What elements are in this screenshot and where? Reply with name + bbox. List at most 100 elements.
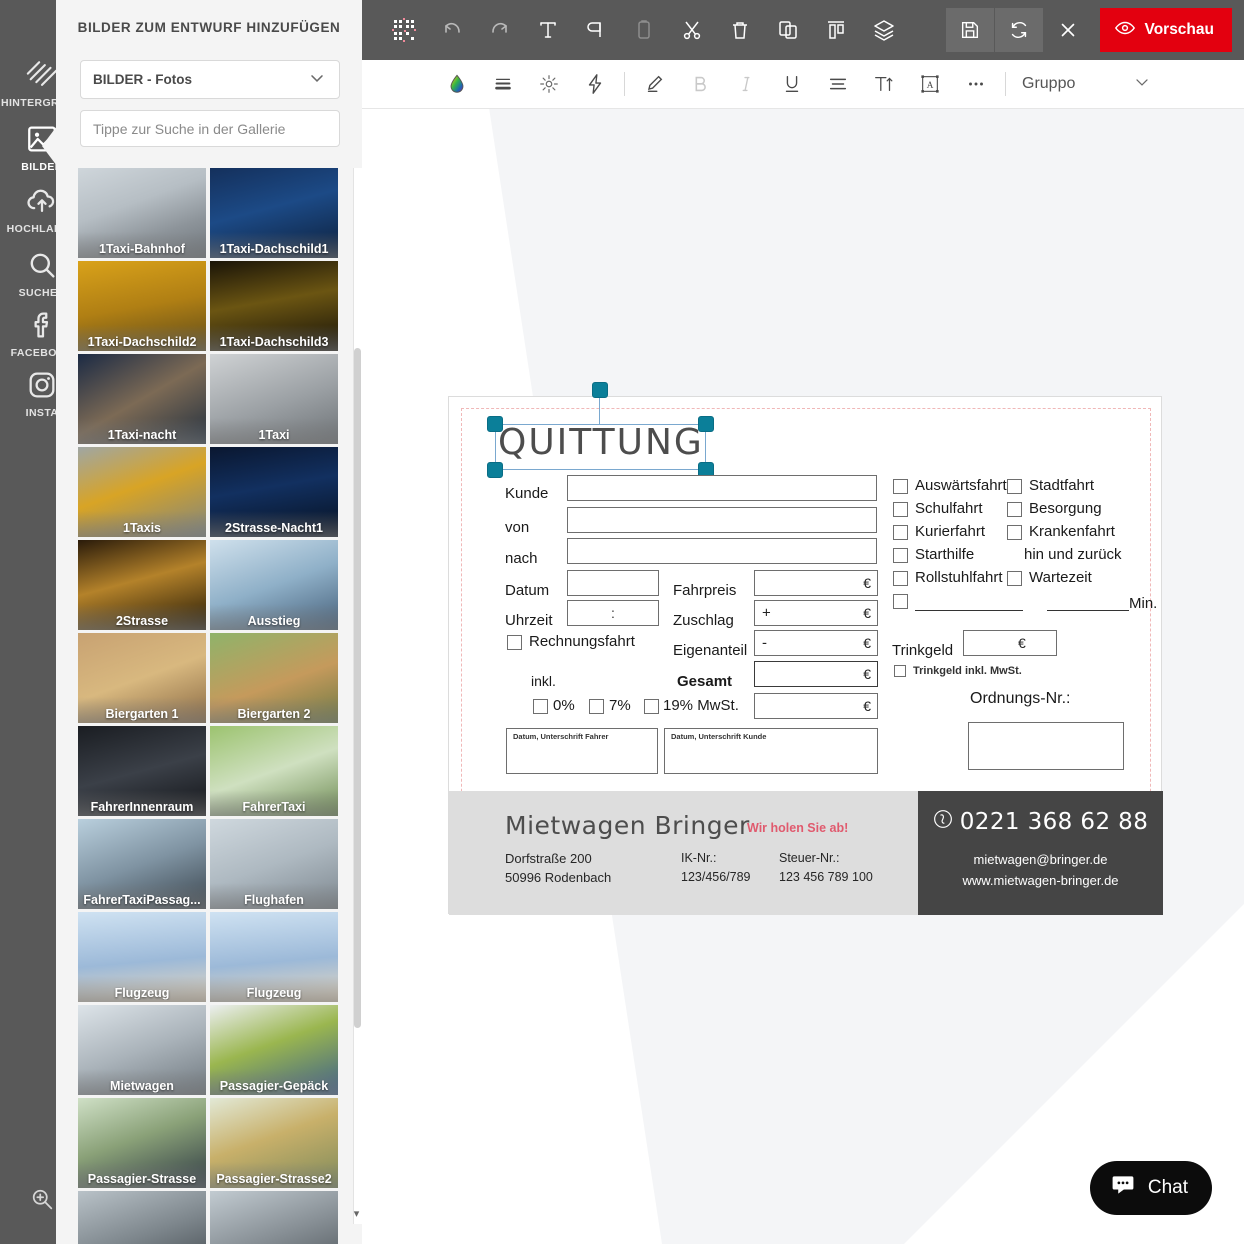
design-canvas[interactable]: QUITTUNG Kunde von nach Datum Uhrzeit : … bbox=[362, 109, 1244, 1244]
align-top-icon[interactable] bbox=[812, 8, 860, 52]
duplicate-icon[interactable] bbox=[764, 8, 812, 52]
gallery-thumbnail[interactable]: 2Strasse-Nacht1 bbox=[210, 447, 338, 537]
checkbox-besorgung[interactable] bbox=[1007, 502, 1022, 517]
field-label-kunde: Kunde bbox=[505, 485, 549, 502]
field-input-von[interactable] bbox=[567, 507, 877, 533]
checkbox-trinkgeld-mwst[interactable] bbox=[894, 665, 906, 677]
label-trinkgeld: Trinkgeld bbox=[892, 642, 954, 659]
gallery-thumbnail[interactable]: FahrerInnenraum bbox=[78, 726, 206, 816]
field-input-nach[interactable] bbox=[567, 538, 877, 564]
gallery-thumbnail[interactable]: Passagier-Strasse2 bbox=[210, 1098, 338, 1188]
redo-icon[interactable] bbox=[476, 8, 524, 52]
time-separator: : bbox=[611, 605, 615, 621]
paste-icon[interactable] bbox=[620, 8, 668, 52]
checkbox-custom[interactable] bbox=[893, 594, 908, 609]
amount-input-fahrpreis[interactable]: € bbox=[754, 570, 878, 596]
minutes-blank-line[interactable] bbox=[1047, 610, 1129, 611]
checkbox-krankenfahrt[interactable] bbox=[1007, 525, 1022, 540]
preview-button[interactable]: Vorschau bbox=[1099, 8, 1232, 52]
gallery-thumbnail[interactable]: Flughafen bbox=[210, 819, 338, 909]
checkbox-vat-19[interactable] bbox=[644, 699, 659, 714]
sidebar-label-insta: INSTA bbox=[25, 407, 59, 419]
amount-input-gesamt[interactable]: € bbox=[754, 661, 878, 687]
gallery-thumbnail[interactable]: 1Taxi-Dachschild3 bbox=[210, 261, 338, 351]
prefix-eigenanteil: - bbox=[762, 634, 767, 652]
gallery-thumbnail[interactable]: Biergarten 2 bbox=[210, 633, 338, 723]
undo-icon[interactable] bbox=[428, 8, 476, 52]
trash-icon[interactable] bbox=[716, 8, 764, 52]
checkbox-kurierfahrt[interactable] bbox=[893, 525, 908, 540]
signature-box-customer[interactable]: Datum, Unterschrift Kunde bbox=[664, 728, 878, 774]
chevron-down-icon[interactable]: ▾ bbox=[351, 1207, 362, 1220]
field-input-kunde[interactable] bbox=[567, 475, 877, 501]
search-input[interactable] bbox=[80, 110, 340, 147]
gallery-scroll-area[interactable]: 1Taxi-Bahnhof 1Taxi-Dachschild1 1Taxi-Dach… bbox=[78, 168, 346, 1244]
gallery-thumbnail[interactable]: FahrerTaxiPassag... bbox=[78, 819, 206, 909]
gallery-thumbnail[interactable]: 1Taxi-Dachschild2 bbox=[78, 261, 206, 351]
field-input-datum[interactable] bbox=[567, 570, 659, 596]
input-trinkgeld[interactable]: € bbox=[963, 630, 1057, 656]
italic-icon[interactable] bbox=[723, 64, 769, 104]
checkbox-wartezeit[interactable] bbox=[1007, 571, 1022, 586]
gallery-thumbnail[interactable] bbox=[78, 1191, 206, 1244]
amount-input-eigenanteil[interactable]: - € bbox=[754, 630, 878, 656]
shape-icon[interactable] bbox=[572, 8, 620, 52]
signature-box-driver[interactable]: Datum, Unterschrift Fahrer bbox=[506, 728, 658, 774]
checkbox-schulfahrt[interactable] bbox=[893, 502, 908, 517]
gallery-thumbnail[interactable]: 1Taxi-nacht bbox=[78, 354, 206, 444]
field-input-uhrzeit[interactable]: : bbox=[567, 600, 659, 626]
gallery-thumbnail[interactable]: 2Strasse bbox=[78, 540, 206, 630]
scissors-icon[interactable] bbox=[668, 8, 716, 52]
font-size-icon[interactable] bbox=[861, 64, 907, 104]
close-icon[interactable] bbox=[1044, 8, 1092, 52]
title-selection[interactable]: QUITTUNG bbox=[487, 382, 714, 478]
text-frame-icon[interactable]: A bbox=[907, 64, 953, 104]
gallery-scrollbar-thumb[interactable] bbox=[354, 348, 361, 1028]
gallery-thumbnail[interactable]: 1Taxis bbox=[78, 447, 206, 537]
save-icon[interactable] bbox=[945, 8, 994, 52]
gallery-thumbnail[interactable]: Passagier-Strasse bbox=[78, 1098, 206, 1188]
gallery-thumbnail[interactable] bbox=[210, 1191, 338, 1244]
category-select[interactable]: BILDER - Fotos bbox=[80, 60, 340, 99]
layers-icon[interactable] bbox=[860, 8, 908, 52]
checkbox-stadtfahrt[interactable] bbox=[1007, 479, 1022, 494]
checkbox-vat-0[interactable] bbox=[533, 699, 548, 714]
receipt-document[interactable]: QUITTUNG Kunde von nach Datum Uhrzeit : … bbox=[448, 382, 1163, 915]
custom-blank-line[interactable] bbox=[915, 610, 1023, 611]
amount-input-vat[interactable]: € bbox=[754, 693, 878, 719]
checkbox-rollstuhlfahrt[interactable] bbox=[893, 571, 908, 586]
align-text-icon[interactable] bbox=[815, 64, 861, 104]
resize-handle-bottom-left[interactable] bbox=[487, 462, 503, 478]
gallery-thumbnail[interactable]: 1Taxi bbox=[210, 354, 338, 444]
gallery-thumbnail[interactable]: 1Taxi-Dachschild1 bbox=[210, 168, 338, 258]
reload-icon[interactable] bbox=[994, 8, 1043, 52]
pen-icon[interactable] bbox=[631, 64, 677, 104]
text-icon[interactable] bbox=[524, 8, 572, 52]
color-drop-icon[interactable] bbox=[434, 64, 480, 104]
lightning-icon[interactable] bbox=[572, 64, 618, 104]
lines-icon[interactable] bbox=[480, 64, 526, 104]
checkbox-rechnungsfahrt[interactable] bbox=[507, 635, 522, 650]
gallery-thumbnail[interactable]: Ausstieg bbox=[210, 540, 338, 630]
group-select[interactable]: Gruppo bbox=[1022, 72, 1152, 97]
checkbox-vat-7[interactable] bbox=[589, 699, 604, 714]
gallery-thumbnail[interactable]: Biergarten 1 bbox=[78, 633, 206, 723]
qr-code-icon[interactable] bbox=[380, 8, 428, 52]
chat-widget-button[interactable]: Chat bbox=[1089, 1161, 1212, 1215]
effects-icon[interactable] bbox=[526, 64, 572, 104]
amount-input-zuschlag[interactable]: + € bbox=[754, 600, 878, 626]
underline-icon[interactable] bbox=[769, 64, 815, 104]
gallery-thumbnail[interactable]: FahrerTaxi bbox=[210, 726, 338, 816]
input-ordnungs-nr[interactable] bbox=[968, 722, 1124, 770]
bold-icon[interactable] bbox=[677, 64, 723, 104]
gallery-thumbnail[interactable]: Flugzeug bbox=[210, 912, 338, 1002]
more-icon[interactable] bbox=[953, 64, 999, 104]
checkbox-auswaertsfahrt[interactable] bbox=[893, 479, 908, 494]
gallery-thumbnail[interactable]: Mietwagen bbox=[78, 1005, 206, 1095]
gallery-scrollbar[interactable]: ▾ bbox=[353, 168, 362, 1224]
gallery-thumbnail[interactable]: 1Taxi-Bahnhof bbox=[78, 168, 206, 258]
checkbox-starthilfe[interactable] bbox=[893, 548, 908, 563]
gallery-thumbnail[interactable]: Passagier-Gepäck bbox=[210, 1005, 338, 1095]
rotate-handle[interactable] bbox=[592, 382, 608, 398]
gallery-thumbnail[interactable]: Flugzeug bbox=[78, 912, 206, 1002]
